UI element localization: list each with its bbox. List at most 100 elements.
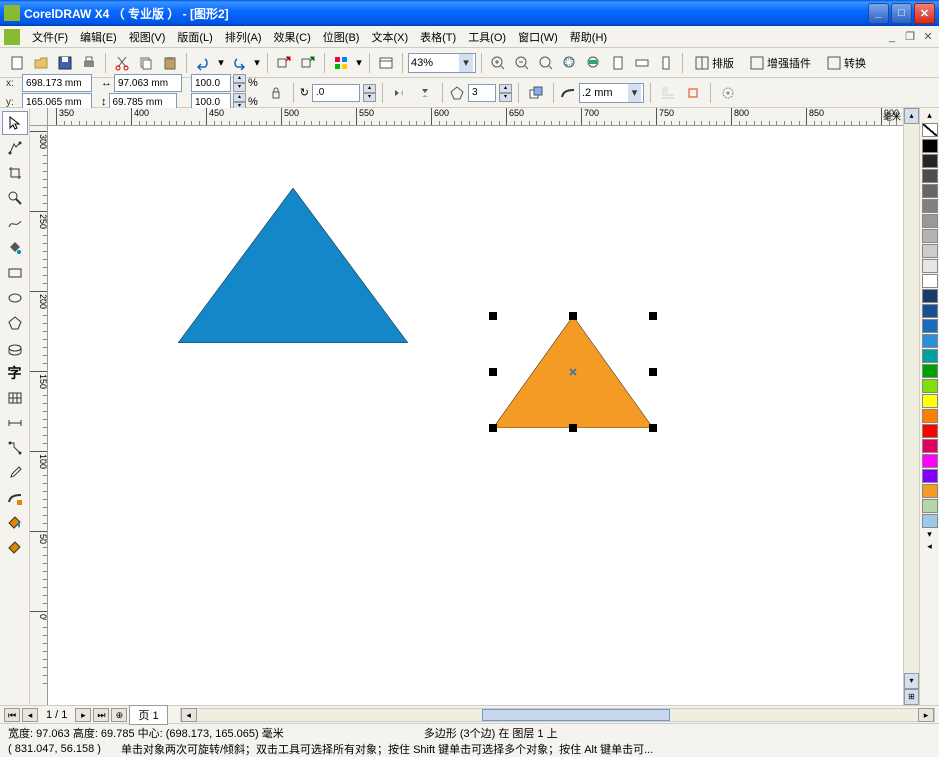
color-swatch[interactable]: [922, 289, 938, 303]
export-button[interactable]: [297, 52, 319, 74]
menu-bitmaps[interactable]: 位图(B): [317, 27, 366, 47]
zoom-in-button[interactable]: [487, 52, 509, 74]
smart-fill-tool[interactable]: [2, 236, 28, 260]
zoom-page-button[interactable]: [607, 52, 629, 74]
color-swatch[interactable]: [922, 394, 938, 408]
selection-handle-sw[interactable]: [489, 424, 497, 432]
color-swatch[interactable]: [922, 184, 938, 198]
selection-handle-w[interactable]: [489, 368, 497, 376]
print-button[interactable]: [78, 52, 100, 74]
color-swatch[interactable]: [922, 514, 938, 528]
menu-table[interactable]: 表格(T): [414, 27, 462, 47]
mirror-v-button[interactable]: [414, 82, 436, 104]
vertical-ruler[interactable]: 300250200150100500: [30, 126, 48, 705]
mdi-close-button[interactable]: ✕: [921, 30, 935, 44]
save-button[interactable]: [54, 52, 76, 74]
color-swatch[interactable]: [922, 454, 938, 468]
convert-button[interactable]: 转换: [820, 52, 873, 74]
scale-x-input[interactable]: 100.0: [191, 74, 231, 92]
zoom-input[interactable]: [411, 57, 459, 69]
to-front-button[interactable]: [525, 82, 547, 104]
dimension-tool[interactable]: [2, 411, 28, 435]
color-swatch[interactable]: [922, 484, 938, 498]
menu-tools[interactable]: 工具(O): [462, 27, 512, 47]
layout-panel-button[interactable]: 排版: [688, 52, 741, 74]
hscroll-thumb[interactable]: [482, 709, 670, 721]
color-swatch[interactable]: [922, 499, 938, 513]
snapping-button[interactable]: [717, 82, 739, 104]
app-dropdown[interactable]: ▾: [354, 52, 364, 74]
window-minimize-button[interactable]: _: [868, 3, 889, 24]
scale-x-spinner[interactable]: ▴▾: [233, 74, 246, 92]
palette-scroll-down[interactable]: ▾: [922, 529, 938, 541]
zoom-height-button[interactable]: [655, 52, 677, 74]
sides-input[interactable]: 3: [468, 84, 496, 102]
zoom-width-button[interactable]: [631, 52, 653, 74]
horizontal-scrollbar[interactable]: ◂ ▸: [180, 708, 935, 722]
menu-window[interactable]: 窗口(W): [512, 27, 564, 47]
convert-curves-button[interactable]: [682, 82, 704, 104]
connector-tool[interactable]: [2, 436, 28, 460]
window-maximize-button[interactable]: □: [891, 3, 912, 24]
menu-text[interactable]: 文本(X): [365, 27, 414, 47]
open-button[interactable]: [30, 52, 52, 74]
rotation-spinner[interactable]: ▴▾: [363, 84, 376, 102]
ellipse-tool[interactable]: [2, 286, 28, 310]
undo-button[interactable]: [192, 52, 214, 74]
palette-expand[interactable]: ◂: [922, 541, 938, 553]
scroll-up-button[interactable]: ▴: [904, 108, 919, 124]
welcome-button[interactable]: [375, 52, 397, 74]
shape-tool[interactable]: [2, 136, 28, 160]
page-prev-button[interactable]: ◂: [22, 708, 38, 722]
copy-button[interactable]: [135, 52, 157, 74]
rotation-input[interactable]: .0: [312, 84, 360, 102]
wrap-text-button[interactable]: [657, 82, 679, 104]
vertical-scrollbar[interactable]: ▴ ▾ ⊞: [903, 108, 919, 705]
color-swatch[interactable]: [922, 259, 938, 273]
zoom-all-button[interactable]: [583, 52, 605, 74]
page-next-button[interactable]: ▸: [75, 708, 91, 722]
window-close-button[interactable]: ✕: [914, 3, 935, 24]
selection-handle-ne[interactable]: [649, 312, 657, 320]
selection-handle-nw[interactable]: [489, 312, 497, 320]
color-swatch[interactable]: [922, 424, 938, 438]
zoom-combo[interactable]: ▾: [408, 53, 476, 73]
redo-button[interactable]: [228, 52, 250, 74]
ruler-origin[interactable]: [30, 108, 48, 126]
sides-spinner[interactable]: ▴▾: [499, 84, 512, 102]
plugin-button[interactable]: 增强插件: [743, 52, 818, 74]
text-tool[interactable]: 字: [2, 361, 28, 385]
selection-center[interactable]: ✕: [568, 367, 578, 377]
color-swatch[interactable]: [922, 379, 938, 393]
polygon-tool[interactable]: [2, 311, 28, 335]
color-swatch[interactable]: [922, 349, 938, 363]
undo-dropdown[interactable]: ▾: [216, 52, 226, 74]
menu-edit[interactable]: 编辑(E): [74, 27, 123, 47]
freehand-tool[interactable]: [2, 211, 28, 235]
menu-layout[interactable]: 版面(L): [171, 27, 218, 47]
selection-handle-n[interactable]: [569, 312, 577, 320]
fill-tool[interactable]: [2, 511, 28, 535]
color-swatch[interactable]: [922, 274, 938, 288]
app-launcher-button[interactable]: [330, 52, 352, 74]
navigator-button[interactable]: ⊞: [904, 689, 919, 705]
color-swatch[interactable]: [922, 244, 938, 258]
new-button[interactable]: [6, 52, 28, 74]
horizontal-ruler[interactable]: 毫米350400450500550600650700750800850900: [48, 108, 903, 126]
menu-file[interactable]: 文件(F): [26, 27, 74, 47]
menu-effects[interactable]: 效果(C): [268, 27, 317, 47]
scroll-down-button[interactable]: ▾: [904, 673, 919, 689]
blue-triangle-shape[interactable]: [178, 188, 408, 343]
color-swatch[interactable]: [922, 319, 938, 333]
menu-arrange[interactable]: 排列(A): [219, 27, 268, 47]
width-input[interactable]: 97.063 mm: [114, 74, 182, 92]
page-tab-1[interactable]: 页 1: [129, 705, 167, 725]
selection-handle-s[interactable]: [569, 424, 577, 432]
color-swatch[interactable]: [922, 139, 938, 153]
menu-view[interactable]: 视图(V): [123, 27, 172, 47]
x-position-input[interactable]: 698.173 mm: [22, 74, 92, 92]
no-color-swatch[interactable]: [922, 123, 938, 137]
mdi-restore-button[interactable]: ❐: [903, 30, 917, 44]
basic-shapes-tool[interactable]: [2, 336, 28, 360]
hscroll-left[interactable]: ◂: [181, 708, 197, 722]
